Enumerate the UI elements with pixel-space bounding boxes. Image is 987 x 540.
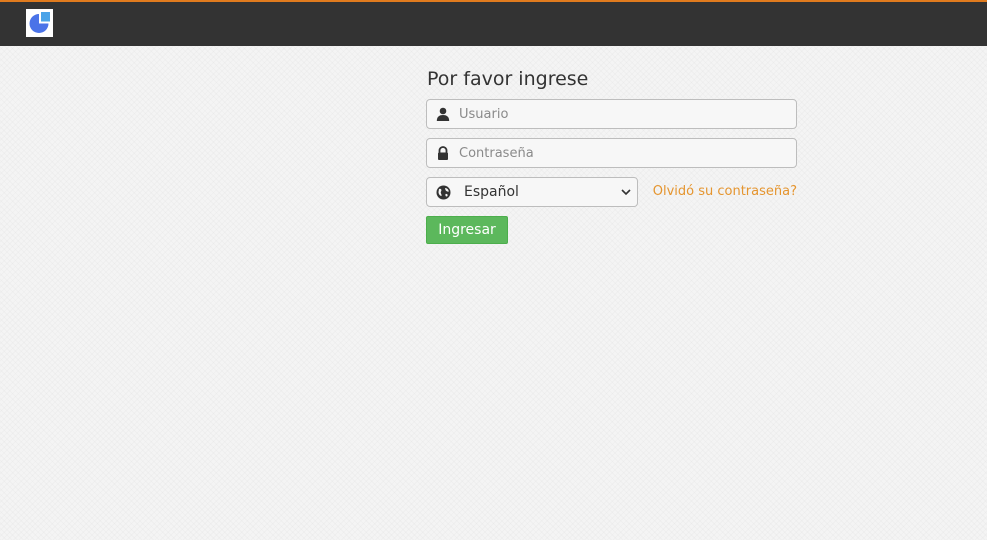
pie-chart-logo-icon[interactable]	[26, 9, 53, 37]
login-title: Por favor ingrese	[427, 68, 589, 90]
forgot-password-link[interactable]: Olvidó su contraseña?	[653, 184, 797, 199]
chevron-down-icon	[621, 189, 631, 196]
password-field[interactable]	[426, 138, 797, 168]
password-input[interactable]	[459, 139, 789, 167]
lock-icon	[438, 146, 448, 160]
language-value: Español	[464, 184, 519, 200]
login-button[interactable]: Ingresar	[426, 216, 508, 244]
username-input[interactable]	[459, 100, 789, 128]
language-select[interactable]: Español	[426, 177, 638, 207]
top-navbar	[0, 0, 987, 46]
globe-icon	[436, 185, 451, 200]
user-icon	[436, 107, 450, 121]
username-field[interactable]	[426, 99, 797, 129]
